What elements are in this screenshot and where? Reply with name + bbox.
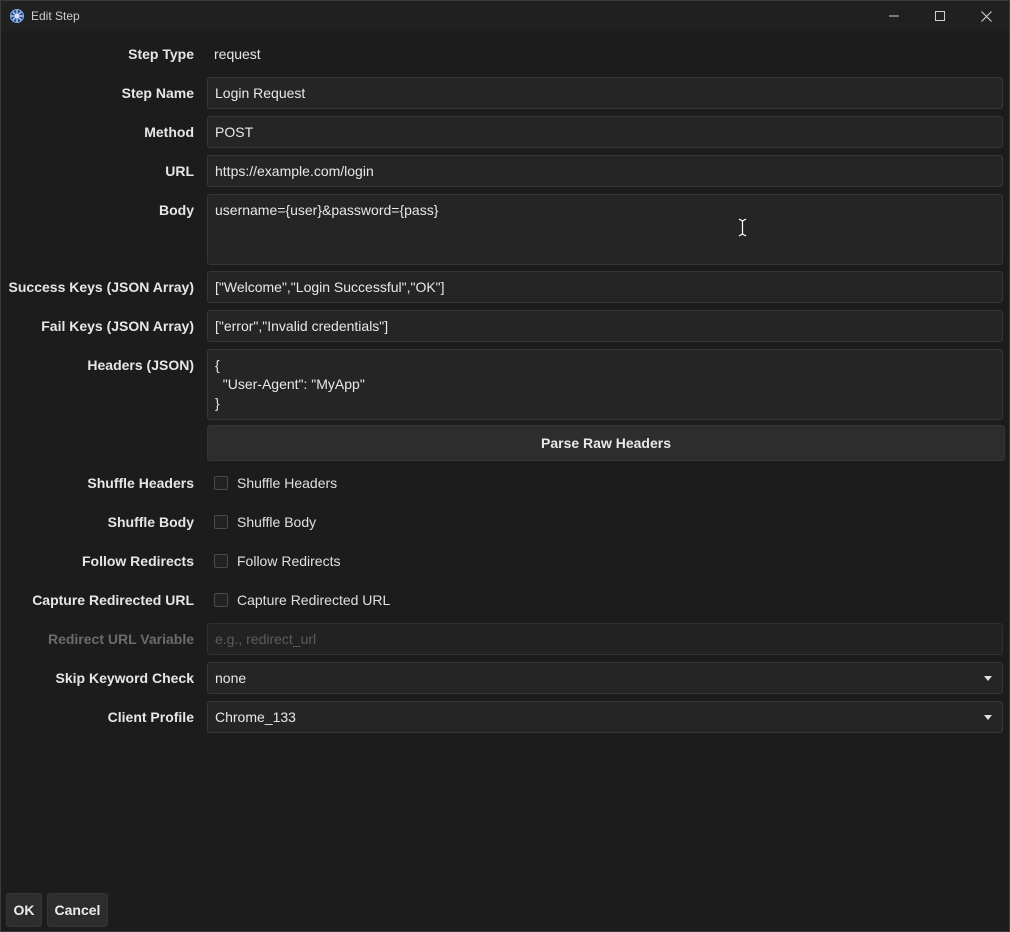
method-input[interactable]: POST <box>207 116 1003 148</box>
follow-redirects-row: Follow Redirects Follow Redirects <box>1 545 1009 577</box>
skip-keyword-check-label: Skip Keyword Check <box>55 670 195 686</box>
checkbox-label[interactable]: Follow Redirects <box>237 553 340 569</box>
checkbox-label[interactable]: Shuffle Body <box>237 514 316 530</box>
text-cursor-icon <box>738 218 747 237</box>
checkbox-box[interactable] <box>214 554 228 568</box>
fail-keys-row: Fail Keys (JSON Array) ["error","Invalid… <box>1 310 1009 342</box>
maximize-icon <box>935 11 945 21</box>
app-icon <box>9 8 25 24</box>
body-textarea[interactable]: username={user}&password={pass} <box>207 194 1003 265</box>
url-label: URL <box>165 163 194 179</box>
client-profile-select[interactable]: Chrome_133 <box>207 701 1003 733</box>
minimize-button[interactable] <box>871 1 917 31</box>
shuffle-body-row: Shuffle Body Shuffle Body <box>1 506 1009 538</box>
skip-keyword-check-row: Skip Keyword Check none <box>1 662 1009 694</box>
headers-label: Headers (JSON) <box>87 357 194 373</box>
window-controls <box>871 1 1009 31</box>
title-bar[interactable]: Edit Step <box>1 1 1009 31</box>
step-type-label: Step Type <box>128 46 194 62</box>
step-type-row: Step Type request <box>1 38 1009 70</box>
body-label: Body <box>159 202 194 218</box>
body-row: Body username={user}&password={pass} <box>1 194 1009 265</box>
checkbox-label[interactable]: Shuffle Headers <box>237 475 337 491</box>
step-name-input[interactable]: Login Request <box>207 77 1003 109</box>
url-input[interactable]: https://example.com/login <box>207 155 1003 187</box>
headers-textarea[interactable]: { "User-Agent": "MyApp" } <box>207 349 1003 420</box>
follow-redirects-checkbox[interactable]: Follow Redirects <box>214 545 340 577</box>
shuffle-body-label: Shuffle Body <box>107 514 194 530</box>
step-name-label: Step Name <box>121 85 194 101</box>
step-name-row: Step Name Login Request <box>1 77 1009 109</box>
url-row: URL https://example.com/login <box>1 155 1009 187</box>
follow-redirects-label: Follow Redirects <box>81 553 194 569</box>
fail-keys-input[interactable]: ["error","Invalid credentials"] <box>207 310 1003 342</box>
select-value: Chrome_133 <box>215 709 296 725</box>
window-title: Edit Step <box>31 9 80 23</box>
checkbox-label[interactable]: Capture Redirected URL <box>237 592 390 608</box>
shuffle-headers-checkbox[interactable]: Shuffle Headers <box>214 467 337 499</box>
capture-redirected-url-row: Capture Redirected URL Capture Redirecte… <box>1 584 1009 616</box>
success-keys-row: Success Keys (JSON Array) ["Welcome","Lo… <box>1 271 1009 303</box>
fail-keys-label: Fail Keys (JSON Array) <box>41 318 194 334</box>
select-value: none <box>215 670 247 686</box>
shuffle-body-checkbox[interactable]: Shuffle Body <box>214 506 316 538</box>
capture-redirected-url-label: Capture Redirected URL <box>32 592 194 608</box>
close-button[interactable] <box>963 1 1009 31</box>
method-row: Method POST <box>1 116 1009 148</box>
headers-row: Headers (JSON) { "User-Agent": "MyApp" } <box>1 349 1009 420</box>
client-profile-label: Client Profile <box>107 709 194 725</box>
shuffle-headers-label: Shuffle Headers <box>87 475 194 491</box>
redirect-url-variable-row: Redirect URL Variable e.g., redirect_url <box>1 623 1009 655</box>
skip-keyword-check-select[interactable]: none <box>207 662 1003 694</box>
checkbox-box[interactable] <box>214 593 228 607</box>
cancel-button[interactable]: Cancel <box>47 893 108 927</box>
checkbox-box[interactable] <box>214 515 228 529</box>
chevron-down-icon[interactable] <box>984 715 992 720</box>
checkbox-box[interactable] <box>214 476 228 490</box>
edit-step-dialog: Edit Step Step Type request Step Name Lo… <box>0 0 1010 932</box>
success-keys-input[interactable]: ["Welcome","Login Successful","OK"] <box>207 271 1003 303</box>
close-icon <box>980 10 992 22</box>
client-profile-row: Client Profile Chrome_133 <box>1 701 1009 733</box>
parse-raw-headers-button[interactable]: Parse Raw Headers <box>207 425 1005 461</box>
redirect-url-variable-label: Redirect URL Variable <box>47 631 194 647</box>
chevron-down-icon[interactable] <box>984 676 992 681</box>
minimize-icon <box>889 15 899 17</box>
step-type-value: request <box>214 46 261 62</box>
capture-redirected-url-checkbox[interactable]: Capture Redirected URL <box>214 584 390 616</box>
ok-button[interactable]: OK <box>6 893 42 927</box>
method-label: Method <box>144 124 194 140</box>
success-keys-label: Success Keys (JSON Array) <box>8 279 194 295</box>
redirect-url-variable-input: e.g., redirect_url <box>207 623 1003 655</box>
shuffle-headers-row: Shuffle Headers Shuffle Headers <box>1 467 1009 499</box>
maximize-button[interactable] <box>917 1 963 31</box>
